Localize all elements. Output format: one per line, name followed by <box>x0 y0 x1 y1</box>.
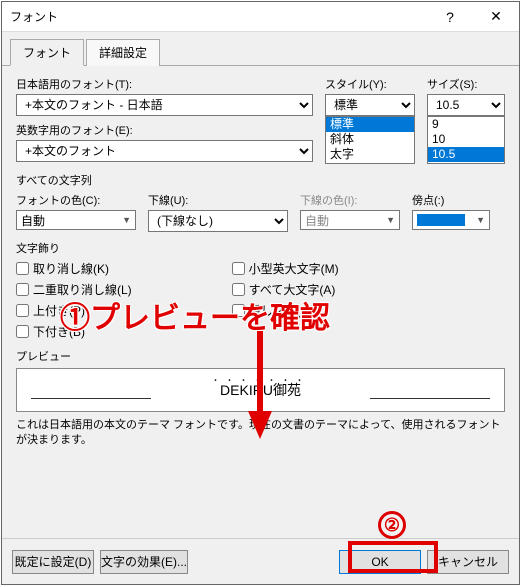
font-color-label: フォントの色(C): <box>16 192 136 208</box>
tab-font[interactable]: フォント <box>10 39 84 66</box>
jp-font-label: 日本語用のフォント(T): <box>16 76 313 92</box>
check-dstrike[interactable]: 二重取り消し線(L) <box>16 281 132 298</box>
titlebar: フォント ? ✕ <box>2 2 519 32</box>
size-label: サイズ(S): <box>427 76 505 92</box>
jp-font-select[interactable]: +本文のフォント - 日本語 <box>16 94 313 116</box>
list-item[interactable]: 標準 <box>326 117 414 132</box>
emphasis-select[interactable]: ▼ <box>412 210 490 230</box>
help-button[interactable]: ? <box>427 2 473 32</box>
text-effects-button[interactable]: 文字の効果(E)... <box>100 550 188 574</box>
dialog-body: 日本語用のフォント(T): +本文のフォント - 日本語 英数字用のフォント(E… <box>2 66 519 538</box>
font-dialog: フォント ? ✕ フォント 詳細設定 日本語用のフォント(T): +本文のフォン… <box>1 1 520 585</box>
en-font-select[interactable]: +本文のフォント <box>16 140 313 162</box>
style-select[interactable]: 標準 <box>325 94 415 116</box>
check-allcaps[interactable]: すべて大文字(A) <box>232 281 339 298</box>
tab-advanced[interactable]: 詳細設定 <box>86 39 160 66</box>
check-sub[interactable]: 下付き(B) <box>16 323 132 340</box>
cancel-button[interactable]: キャンセル <box>427 550 509 574</box>
list-item[interactable]: 9 <box>428 117 504 132</box>
style-label: スタイル(Y): <box>325 76 415 92</box>
check-strike[interactable]: 取り消し線(K) <box>16 260 132 277</box>
en-font-label: 英数字用のフォント(E): <box>16 122 313 138</box>
style-listbox[interactable]: 標準 斜体 太字 <box>325 116 415 164</box>
window-title: フォント <box>10 8 58 25</box>
list-item[interactable]: 斜体 <box>326 132 414 147</box>
decoration-label: 文字飾り <box>16 240 505 256</box>
check-sup[interactable]: 上付き(P) <box>16 302 132 319</box>
underline-select[interactable]: (下線なし) <box>148 210 288 232</box>
underline-color-label: 下線の色(I): <box>300 192 400 208</box>
close-button[interactable]: ✕ <box>473 2 519 32</box>
underline-label: 下線(U): <box>148 192 288 208</box>
annotation-ok-highlight <box>348 541 438 573</box>
emphasis-label: 傍点(:) <box>412 192 490 208</box>
dialog-footer: 既定に設定(D) 文字の効果(E)... OK キャンセル <box>2 538 519 584</box>
all-text-label: すべての文字列 <box>16 172 505 188</box>
size-listbox[interactable]: 9 10 10.5 <box>427 116 505 164</box>
annotation-arrow <box>245 331 275 441</box>
font-color-select[interactable]: 自動▼ <box>16 210 136 230</box>
list-item[interactable]: 10 <box>428 132 504 147</box>
size-select[interactable]: 10.5 <box>427 94 505 116</box>
list-item[interactable]: 10.5 <box>428 147 504 162</box>
tab-bar: フォント 詳細設定 <box>2 32 519 66</box>
decoration-checks: 取り消し線(K) 二重取り消し線(L) 上付き(P) 下付き(B) 小型英大文字… <box>16 260 505 340</box>
set-default-button[interactable]: 既定に設定(D) <box>12 550 94 574</box>
list-item[interactable]: 太字 <box>326 147 414 162</box>
underline-color-select: 自動▼ <box>300 210 400 230</box>
check-hidden[interactable]: 隠し文字(H) <box>232 302 339 319</box>
check-smallcaps[interactable]: 小型英大文字(M) <box>232 260 339 277</box>
